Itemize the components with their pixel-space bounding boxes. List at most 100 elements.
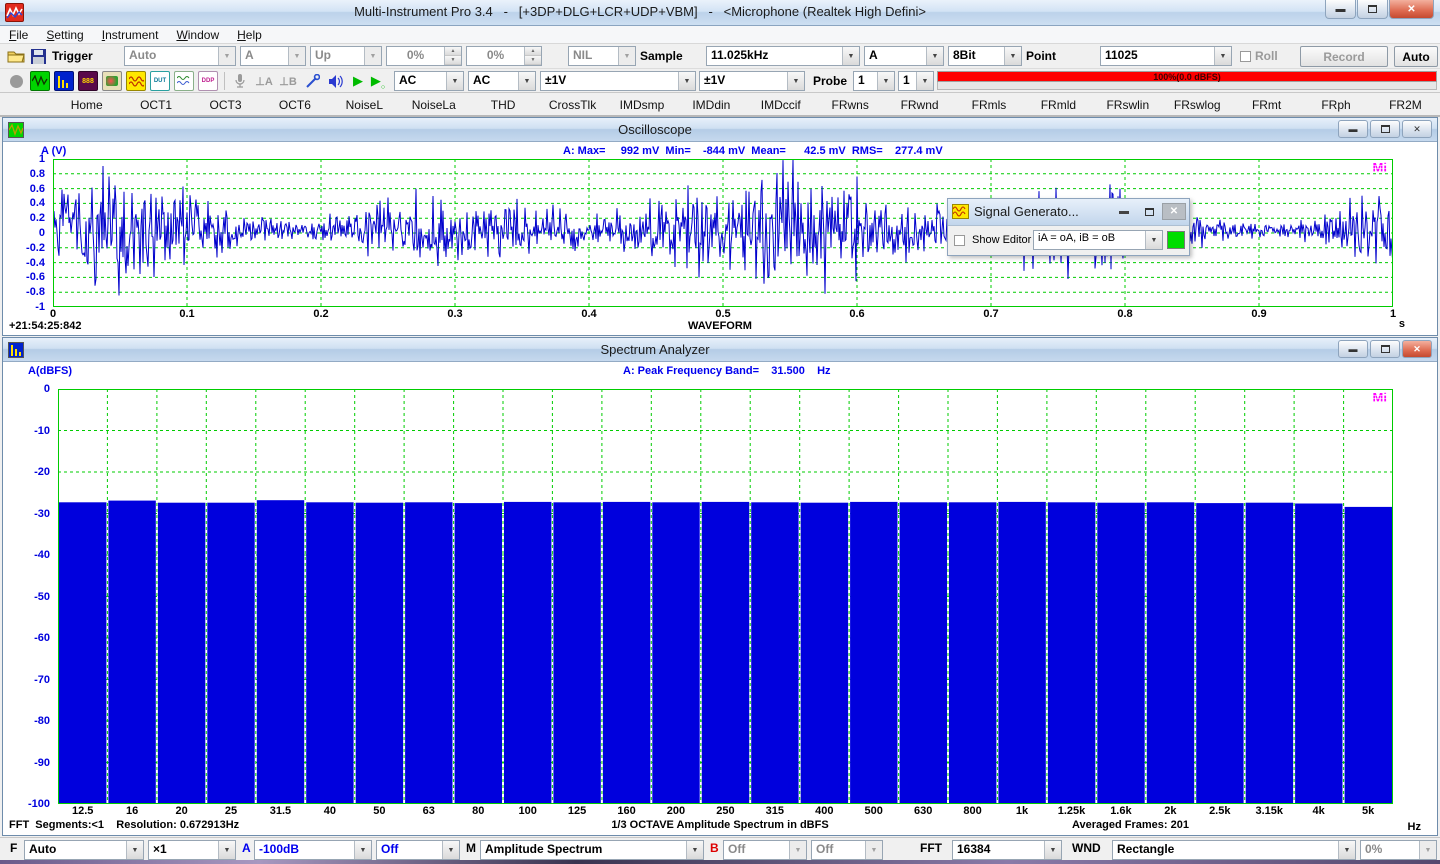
speaker-icon[interactable] <box>326 71 346 91</box>
signal-generator-run-button[interactable] <box>1167 231 1185 249</box>
tab-imdsmp[interactable]: IMDsmp <box>607 96 676 112</box>
spectrum-analyzer-minimize-button[interactable]: ▬ <box>1338 340 1368 358</box>
spectrum-stats: A: Peak Frequency Band= 31.500 Hz <box>623 365 831 377</box>
spectrum-3d-plot-icon[interactable] <box>102 71 122 91</box>
oscilloscope-close-button[interactable]: ✕ <box>1402 120 1432 138</box>
spinner-arrows-icon[interactable]: ▲▼ <box>524 47 541 65</box>
zero-reference-a-icon[interactable]: ⊥A <box>254 71 274 91</box>
record-length-select[interactable]: 11025▼ <box>1100 46 1232 66</box>
run-single-icon[interactable]: ▶○ <box>368 71 388 91</box>
range-a-select[interactable]: ±1V▼ <box>540 71 696 91</box>
overlap-select[interactable]: 0%▼ <box>1360 840 1437 860</box>
tab-noisela[interactable]: NoiseLa <box>399 96 468 112</box>
tab-frph[interactable]: FRph <box>1301 96 1370 112</box>
probe-a-select[interactable]: 1▼ <box>853 71 895 91</box>
calibration-icon[interactable] <box>302 71 322 91</box>
tab-noisel[interactable]: NoiseL <box>330 96 399 112</box>
tab-frswlin[interactable]: FRswlin <box>1093 96 1162 112</box>
save-icon[interactable] <box>28 46 48 66</box>
tab-imddin[interactable]: IMDdin <box>677 96 746 112</box>
multimeter-icon[interactable]: 888 <box>78 71 98 91</box>
frequency-axis-select[interactable]: Auto▼ <box>24 840 144 860</box>
show-editor-label: Show Editor <box>972 234 1031 246</box>
tab-oct6[interactable]: OCT6 <box>260 96 329 112</box>
menu-file[interactable]: File <box>0 26 37 44</box>
tab-oct1[interactable]: OCT1 <box>121 96 190 112</box>
range-b-select[interactable]: ±1V▼ <box>699 71 805 91</box>
sampling-channel-select[interactable]: A▼ <box>864 46 944 66</box>
app-titlebar[interactable]: Multi-Instrument Pro 3.4 - [+3DP+DLG+LCR… <box>0 0 1440 26</box>
oscilloscope-minimize-button[interactable]: ▬ <box>1338 120 1368 138</box>
spectrum-analyzer-maximize-button[interactable] <box>1370 340 1400 358</box>
osc-x-tick: 0.5 <box>715 308 730 320</box>
roll-checkbox[interactable]: Roll <box>1240 49 1278 63</box>
device-test-plan-icon[interactable]: DUT <box>150 71 170 91</box>
run-icon[interactable]: ▶ <box>348 71 368 91</box>
ddp-viewer-icon[interactable]: DDP <box>198 71 218 91</box>
analysis-mode-select[interactable]: Amplitude Spectrum▼ <box>480 840 704 860</box>
open-file-icon[interactable] <box>6 46 26 66</box>
channel-a-range-select[interactable]: -100dB▼ <box>254 840 372 860</box>
app-maximize-button[interactable] <box>1357 0 1388 19</box>
menu-window[interactable]: Window <box>167 26 228 44</box>
frequency-group-label: F <box>10 841 17 855</box>
spectrum-bar <box>998 502 1045 804</box>
tab-fr2m[interactable]: FR2M <box>1371 96 1440 112</box>
tab-thd[interactable]: THD <box>468 96 537 112</box>
show-editor-checkbox[interactable] <box>954 233 969 247</box>
signal-generator-close-button[interactable]: ✕ <box>1162 203 1186 220</box>
frequency-zoom-select[interactable]: ×1▼ <box>148 840 236 860</box>
trigger-mode-select[interactable]: Auto▼ <box>124 46 236 66</box>
app-close-button[interactable]: ✕ <box>1389 0 1434 19</box>
tab-home[interactable]: Home <box>52 96 121 112</box>
tab-frmls[interactable]: FRmls <box>954 96 1023 112</box>
menu-setting[interactable]: Setting <box>37 26 92 44</box>
oscilloscope-maximize-button[interactable] <box>1370 120 1400 138</box>
channel-b-range-select[interactable]: Off▼ <box>723 840 807 860</box>
spectrum-analyzer-icon[interactable] <box>54 71 74 91</box>
coupling-b-select[interactable]: AC▼ <box>468 71 536 91</box>
oscilloscope-icon[interactable] <box>30 71 50 91</box>
tab-crosstlk[interactable]: CrossTlk <box>538 96 607 112</box>
trigger-frequency-rejection-select[interactable]: NIL▼ <box>568 46 636 66</box>
channel-a-compare-select[interactable]: Off▼ <box>376 840 460 860</box>
sampling-rate-select[interactable]: 11.025kHz▼ <box>706 46 860 66</box>
spectrum-bar <box>1048 502 1095 804</box>
mi-logo: Mi <box>1373 390 1387 405</box>
spectrum-analyzer-titlebar[interactable]: Spectrum Analyzer ▬ ✕ <box>3 338 1437 362</box>
tab-frwns[interactable]: FRwns <box>815 96 884 112</box>
channel-b-compare-select[interactable]: Off▼ <box>811 840 883 860</box>
sampling-bits-select[interactable]: 8Bit▼ <box>948 46 1022 66</box>
signal-generator-restore-button[interactable] <box>1137 203 1161 220</box>
tab-frwnd[interactable]: FRwnd <box>885 96 954 112</box>
auto-button[interactable]: Auto <box>1394 46 1438 67</box>
coupling-a-select[interactable]: AC▼ <box>394 71 464 91</box>
trigger-edge-select[interactable]: Up▼ <box>310 46 382 66</box>
spectrum-analyzer-close-button[interactable]: ✕ <box>1402 340 1432 358</box>
app-minimize-button[interactable]: ▬ <box>1325 0 1356 19</box>
signal-generator-icon[interactable] <box>126 71 146 91</box>
trigger-level-stepper[interactable]: 0%▲▼ <box>386 46 462 66</box>
signal-generator-minimize-button[interactable]: ▬ <box>1112 203 1136 220</box>
oscilloscope-titlebar[interactable]: Oscilloscope ▬ ✕ <box>3 118 1437 142</box>
fft-size-select[interactable]: 16384▼ <box>952 840 1062 860</box>
tab-oct3[interactable]: OCT3 <box>191 96 260 112</box>
tab-frmld[interactable]: FRmld <box>1024 96 1093 112</box>
signal-routing-select[interactable]: iA = oA, iB = oB▼ <box>1033 230 1163 250</box>
tab-frmt[interactable]: FRmt <box>1232 96 1301 112</box>
window-function-select[interactable]: Rectangle▼ <box>1112 840 1356 860</box>
signal-generator-titlebar[interactable]: Signal Generato... ▬ ✕ <box>948 199 1189 226</box>
spinner-arrows-icon[interactable]: ▲▼ <box>444 47 461 65</box>
tab-imdccif[interactable]: IMDccif <box>746 96 815 112</box>
trigger-delay-stepper[interactable]: 0%▲▼ <box>466 46 542 66</box>
probe-b-select[interactable]: 1▼ <box>898 71 934 91</box>
tab-frswlog[interactable]: FRswlog <box>1163 96 1232 112</box>
derived-data-icon[interactable] <box>174 71 194 91</box>
zero-reference-b-icon[interactable]: ⊥B <box>278 71 298 91</box>
microphone-icon[interactable] <box>230 71 250 91</box>
trigger-source-select[interactable]: A▼ <box>240 46 306 66</box>
menu-help[interactable]: Help <box>228 26 271 44</box>
record-button[interactable]: Record <box>1300 46 1388 67</box>
oscilloscope-y-axis: 10.80.60.40.20-0.2-0.4-0.6-0.8-1 <box>3 159 51 307</box>
menu-instrument[interactable]: Instrument <box>93 26 168 44</box>
